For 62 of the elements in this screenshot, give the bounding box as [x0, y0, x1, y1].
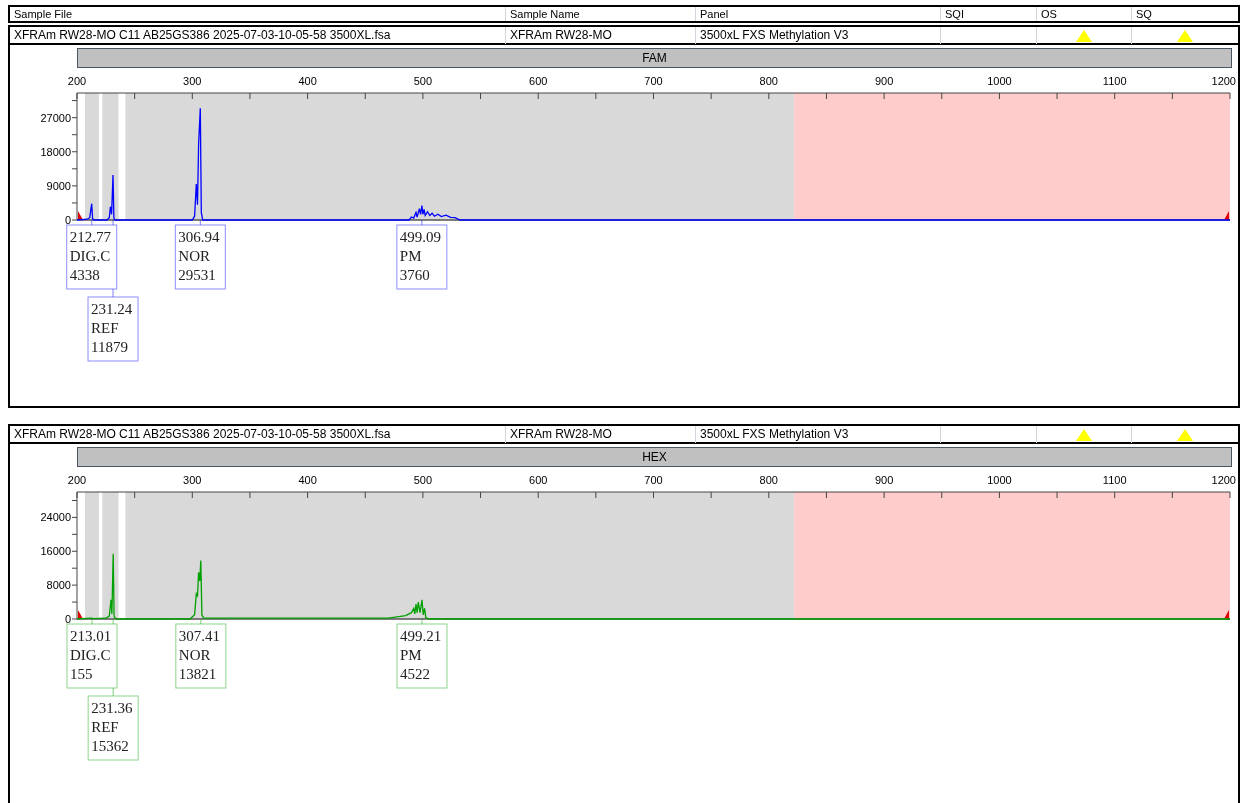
x-tick-label: 800	[759, 474, 778, 486]
leader-line	[421, 219, 423, 226]
x-tick-label: 200	[67, 75, 87, 87]
peak-label: 213.01 DIG.C 155	[66, 623, 118, 689]
x-tick-label: 700	[644, 474, 663, 486]
peak-label: 499.09 PM 3760	[396, 224, 448, 290]
x-tick-label: 1200	[1211, 474, 1236, 486]
leader-line	[421, 618, 423, 625]
column-header[interactable]: Sample File	[10, 7, 505, 21]
x-tick-label: 500	[413, 474, 433, 486]
dye-bar: FAM	[77, 48, 1232, 68]
x-tick-label: 900	[874, 75, 894, 87]
sample-file-cell-text: XFRAm RW28-MO C11 AB25GS386 2025-07-03-10-05-58 3500XL.fsa	[13, 426, 392, 443]
y-tick-label: 8000	[46, 579, 71, 592]
column-header[interactable]: OS	[1036, 7, 1131, 21]
marker-icon	[1224, 610, 1229, 619]
leader-line	[91, 219, 93, 226]
peak-label: 307.41 NOR 13821	[175, 623, 227, 689]
peak-label: 499.21 PM 4522	[396, 623, 448, 689]
y-tick-label: 18000	[40, 145, 71, 158]
peak-label: 231.36 REF 15362	[87, 695, 139, 761]
x-tick-label: 600	[529, 474, 548, 486]
x-tick-label: 400	[298, 75, 317, 87]
x-tick-label: 300	[183, 474, 202, 486]
y-tick-label: 9000	[46, 179, 71, 192]
column-header[interactable]: Panel	[695, 7, 940, 21]
sample-file-cell-text: XFRAm RW28-MO C11 AB25GS386 2025-07-03-10-05-58 3500XL.fsa	[13, 27, 392, 44]
x-tick-label: 600	[529, 75, 548, 87]
peak-label: 212.77 DIG.C 4338	[66, 224, 118, 290]
x-tick-label: 1000	[987, 474, 1012, 486]
x-tick-label: 1000	[987, 75, 1012, 87]
y-tick-label: 27000	[40, 111, 71, 124]
x-tick-label: 500	[413, 75, 433, 87]
y-tick-label: 24000	[40, 511, 71, 524]
peak-label: 231.24 REF 11879	[87, 296, 139, 362]
panel-cell: 3500xL FXS Methylation V3	[695, 27, 940, 44]
x-tick-label: 1100	[1102, 75, 1127, 87]
leader-line	[91, 618, 93, 625]
x-tick-label: 900	[874, 474, 894, 486]
marker-icon	[78, 610, 83, 619]
x-tick-label: 1100	[1102, 474, 1127, 486]
y-tick-label: 16000	[40, 545, 71, 558]
x-tick-label: 300	[183, 75, 202, 87]
y-tick-label: 0	[64, 214, 71, 226]
column-header[interactable]: Sample Name	[505, 7, 695, 21]
x-tick-label: 1200	[1211, 75, 1236, 87]
column-header[interactable]: SQ	[1131, 7, 1238, 21]
x-tick-label: 800	[759, 75, 778, 87]
dye-bar: HEX	[77, 447, 1232, 467]
sample-name-cell: XFRAm RW28-MO	[505, 426, 695, 443]
panel-cell: 3500xL FXS Methylation V3	[695, 426, 940, 443]
column-header[interactable]: SQI	[940, 7, 1036, 21]
marker-icon	[78, 211, 83, 220]
x-tick-label: 700	[644, 75, 663, 87]
y-tick-label: 0	[64, 613, 71, 625]
sample-name-cell: XFRAm RW28-MO	[505, 27, 695, 44]
x-tick-label: 400	[298, 474, 317, 486]
peak-label: 306.94 NOR 29531	[174, 224, 226, 290]
marker-icon	[1224, 211, 1229, 220]
x-tick-label: 200	[67, 474, 87, 486]
leader-line	[200, 618, 202, 625]
leader-line	[199, 219, 201, 226]
